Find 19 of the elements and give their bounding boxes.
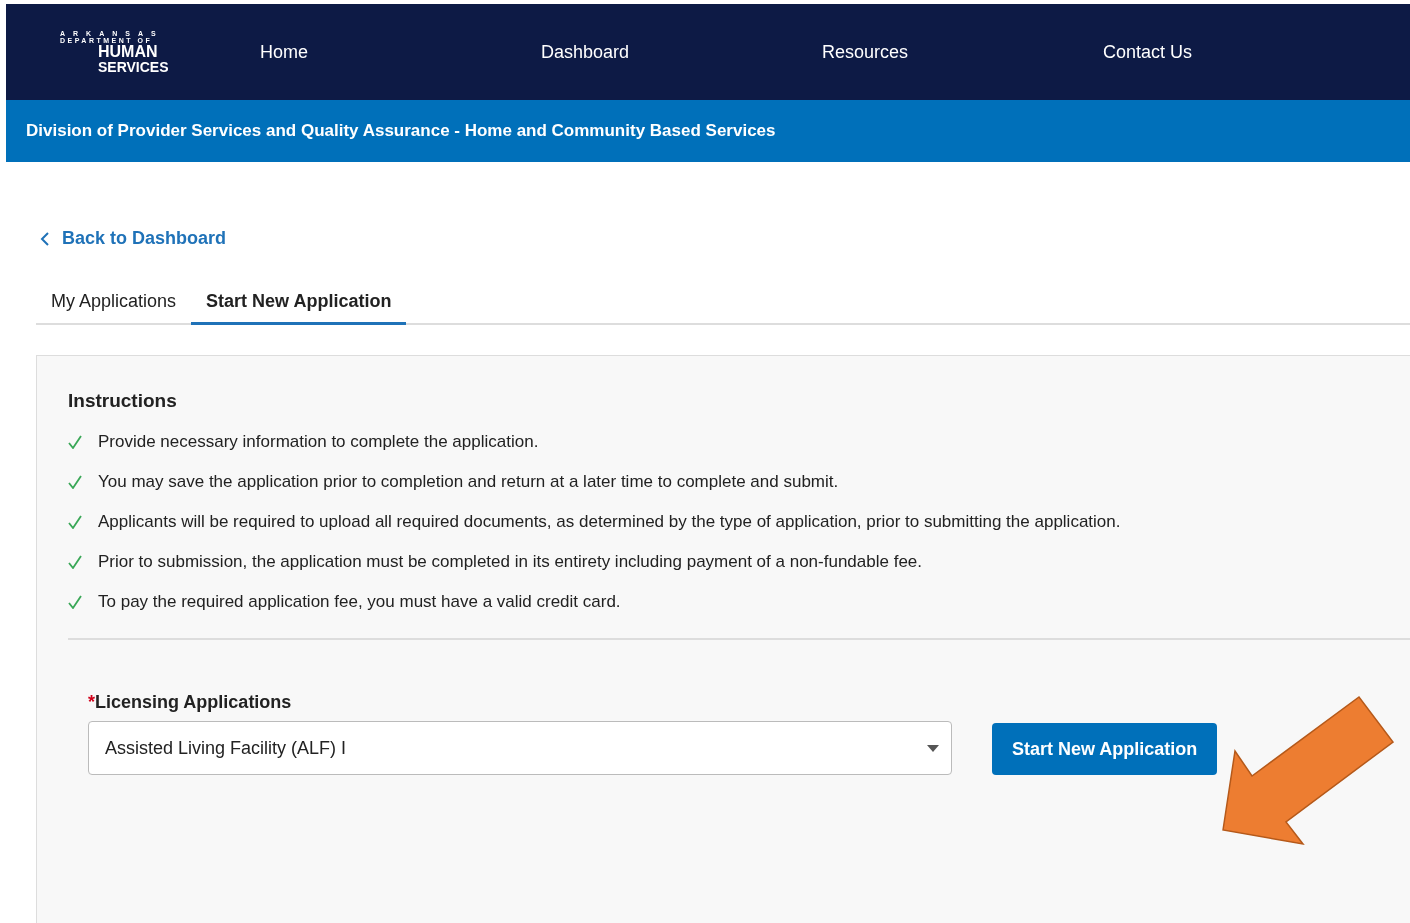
tab[interactable]: Start New Application [191, 291, 407, 325]
licensing-select[interactable]: Assisted Living Facility (ALF) I [88, 721, 952, 775]
instruction-text: To pay the required application fee, you must have a valid credit card. [98, 592, 621, 612]
nav-link[interactable]: Contact Us [1103, 41, 1384, 63]
start-application-button[interactable]: Start New Application [992, 723, 1218, 775]
back-link[interactable]: Back to Dashboard [40, 228, 227, 249]
instruction-text: Prior to submission, the application must be completed in its entirety including payment of a non-fundable fee. [98, 552, 923, 572]
instruction-text: You may save the application prior to completion and return at a later time to complete and submit. [98, 472, 839, 492]
instruction-text: Provide necessary information to complete the application. [98, 432, 539, 452]
nav-link[interactable]: Dashboard [541, 41, 822, 63]
nav-link[interactable]: Resources [822, 41, 1103, 63]
field-label: *Licensing Applications [88, 692, 293, 713]
chevron-left-icon [40, 230, 50, 247]
caret-icon [927, 744, 939, 752]
instructions-title: Instructions [68, 390, 178, 412]
tab[interactable]: My Applications [36, 291, 192, 325]
division-banner: Division of Provider Services and Quality Assurance - Home and Community Based Services [6, 100, 1410, 162]
nav-link[interactable]: Home [260, 41, 541, 63]
instruction-text: Applicants will be required to upload all required documents, as determined by the type of application, prior to submitting the application. [98, 512, 1121, 532]
